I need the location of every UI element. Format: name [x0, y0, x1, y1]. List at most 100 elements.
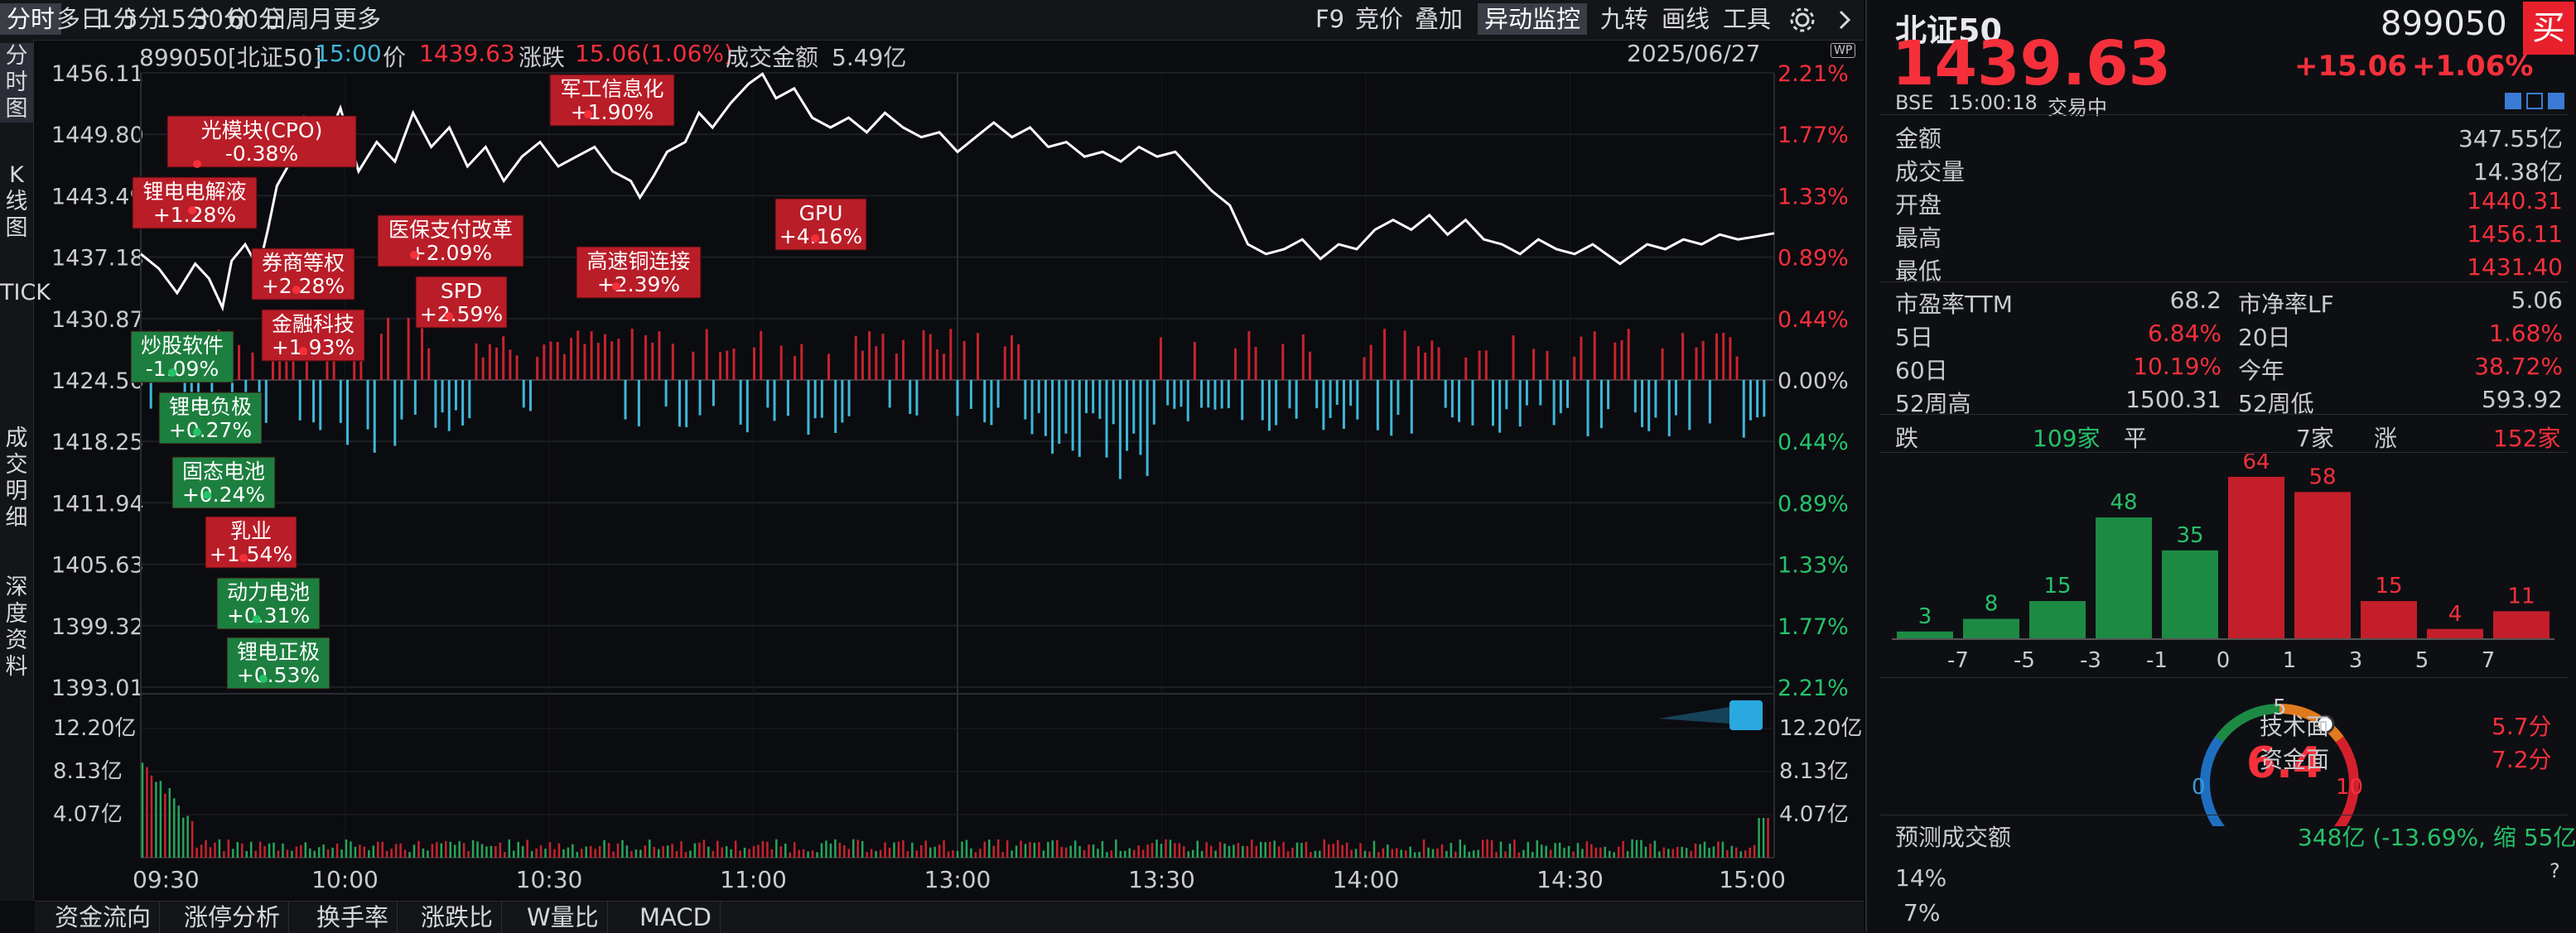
- concept-annotation[interactable]: 动力电池+0.31%: [216, 577, 321, 630]
- dist-bar: [2228, 477, 2284, 639]
- dist-bar: [1963, 618, 2019, 639]
- y-pct-label: 0.89%: [1778, 246, 1849, 272]
- add-icon[interactable]: [2548, 93, 2564, 109]
- copy-icon[interactable]: [2526, 93, 2543, 109]
- tab-limit-up[interactable]: 涨停分析: [176, 902, 290, 933]
- dist-bar: [2361, 601, 2417, 639]
- y-pct-label: 1.33%: [1778, 553, 1849, 579]
- y-price-label: 1418.25: [51, 430, 144, 455]
- concept-annotation[interactable]: 高速铜连接+2.39%: [576, 246, 702, 299]
- down-label: 跌: [1895, 425, 1919, 452]
- tab-macd[interactable]: MACD: [631, 902, 721, 933]
- tab-more[interactable]: 更多: [326, 3, 388, 35]
- annotation-name: SPD: [441, 279, 482, 303]
- help-icon[interactable]: ?: [2549, 859, 2560, 883]
- concept-annotation[interactable]: 光模块(CPO)-0.38%: [166, 115, 357, 168]
- concept-annotation[interactable]: 锂电负极+0.27%: [158, 392, 263, 445]
- tab-turnover[interactable]: 换手率: [308, 902, 398, 933]
- x-time-label: 14:00: [1333, 866, 1400, 893]
- y-pct-label: 1.33%: [1778, 184, 1849, 209]
- concept-annotation[interactable]: 乳业+1.54%: [205, 516, 297, 569]
- dist-x-tick: -7: [1947, 648, 1969, 673]
- nine-turn-button[interactable]: 九转: [1594, 3, 1655, 35]
- quote-row-label: 最低: [1895, 257, 1942, 285]
- intraday-chart[interactable]: 899050[北证50] 15:00 价 1439.63 涨跌 15.06(1.…: [35, 40, 1864, 901]
- annotation-name: 医保支付改革: [388, 218, 513, 242]
- tab-up-down-ratio[interactable]: 涨跌比: [412, 902, 503, 933]
- dist-x-tick: 3: [2349, 648, 2363, 673]
- annotation-marker: [445, 312, 453, 320]
- concept-annotation[interactable]: 炒股软件-1.09%: [130, 330, 234, 383]
- concept-annotation[interactable]: 锂电电解液+1.28%: [132, 176, 258, 229]
- stat-cell: 1.68%: [2489, 320, 2563, 347]
- annotation-marker: [253, 615, 261, 623]
- tools-button[interactable]: 工具: [1716, 3, 1778, 35]
- concept-annotation[interactable]: 金融科技+1.93%: [261, 309, 365, 362]
- chevron-right-icon[interactable]: [1832, 7, 1857, 33]
- quote-row-value: 1456.11: [2467, 220, 2563, 248]
- vtab-intraday[interactable]: 分时图: [0, 43, 33, 123]
- tab-w-volume-ratio[interactable]: W量比: [519, 902, 608, 933]
- overlay-button[interactable]: 叠加: [1408, 3, 1469, 35]
- period-toolbar: 分时 多日 1分 5分 15分 30分 60分 日 周 月 更多 F9 竞价 叠…: [0, 0, 1864, 41]
- up-label: 涨: [2374, 425, 2398, 452]
- forecast-tick-low: 7%: [1903, 899, 1941, 926]
- gear-icon[interactable]: [1787, 5, 1817, 35]
- quote-row-value: 14.38亿: [2472, 158, 2563, 185]
- stat-cell: 市盈率TTM: [1895, 291, 2013, 318]
- y-pct-label: 0.44%: [1778, 430, 1849, 455]
- annotation-marker: [193, 160, 201, 168]
- annotation-name: 锂电电解液: [142, 180, 246, 204]
- quote-row-label: 金额: [1895, 125, 1942, 152]
- quote-row-label: 开盘: [1895, 191, 1942, 219]
- fund-value: 7.2分: [2492, 746, 2552, 773]
- vtab-kline[interactable]: K线图: [0, 162, 33, 242]
- y-price-label: 1424.56: [51, 368, 144, 394]
- y-pct-label: 0.00%: [1778, 368, 1849, 394]
- draw-line-button[interactable]: 画线: [1655, 3, 1716, 35]
- tab-fund-flow[interactable]: 资金流向: [46, 902, 161, 933]
- vtab-depth-data[interactable]: 深度资料: [0, 575, 33, 681]
- concept-annotation[interactable]: 锂电正极+0.53%: [226, 637, 330, 690]
- dist-x-tick: 5: [2415, 648, 2429, 673]
- annotation-pct: +2.28%: [262, 274, 345, 298]
- stat-cell: 52周高: [1895, 390, 1971, 417]
- concept-annotation[interactable]: 军工信息化+1.90%: [549, 74, 675, 127]
- f9-button[interactable]: F9: [1309, 3, 1351, 35]
- vtab-tick[interactable]: TICK: [0, 280, 51, 306]
- stat-cell: 52周低: [2238, 390, 2314, 417]
- dist-bar: [1897, 631, 1953, 639]
- concept-annotation[interactable]: GPU+4.16%: [774, 198, 867, 251]
- quote-row-value: 1440.31: [2467, 187, 2563, 214]
- edit-icon[interactable]: [2505, 93, 2521, 109]
- stat-cell: 60日: [1895, 357, 1948, 384]
- annotation-marker: [811, 234, 819, 243]
- vtab-trade-detail[interactable]: 成交明细: [0, 426, 33, 531]
- auction-button[interactable]: 竞价: [1348, 3, 1410, 35]
- up-count: 152家: [2493, 425, 2561, 452]
- flat-count: 7家: [2296, 425, 2334, 452]
- dist-bar: [2427, 628, 2483, 639]
- annotation-pct: +2.59%: [420, 302, 503, 326]
- concept-annotation[interactable]: SPD+2.59%: [415, 276, 508, 329]
- annotation-marker: [188, 206, 196, 214]
- annotation-name: 锂电正极: [237, 640, 320, 664]
- distribution-chart: 38154835645815411-7 -5 -3 -1 0 1 3 5 7: [1892, 454, 2554, 673]
- concept-annotation[interactable]: 券商等权+2.28%: [251, 248, 355, 301]
- annotation-name: 军工信息化: [560, 77, 663, 101]
- index-price: 1439.63: [1892, 28, 2172, 99]
- stat-cell: 1500.31: [2125, 386, 2221, 413]
- fund-label: 资金面: [2260, 746, 2330, 773]
- buy-button[interactable]: 买: [2523, 2, 2574, 55]
- dist-bar-value: 4: [2448, 602, 2463, 627]
- annotation-pct: +2.09%: [409, 241, 492, 265]
- index-change-pct: +1.06%: [2412, 50, 2534, 83]
- y-price-label: 1405.63: [51, 553, 144, 579]
- vol-label-left: 8.13亿: [53, 759, 123, 784]
- concept-annotation[interactable]: 固态电池+0.24%: [171, 456, 276, 509]
- annotation-name: 炒股软件: [141, 334, 224, 358]
- concept-annotation[interactable]: 医保支付改革+2.09%: [377, 214, 524, 267]
- y-pct-label: 0.44%: [1778, 307, 1849, 333]
- anomaly-monitor-button[interactable]: 异动监控: [1478, 3, 1588, 35]
- gauge-arc: [2200, 736, 2226, 826]
